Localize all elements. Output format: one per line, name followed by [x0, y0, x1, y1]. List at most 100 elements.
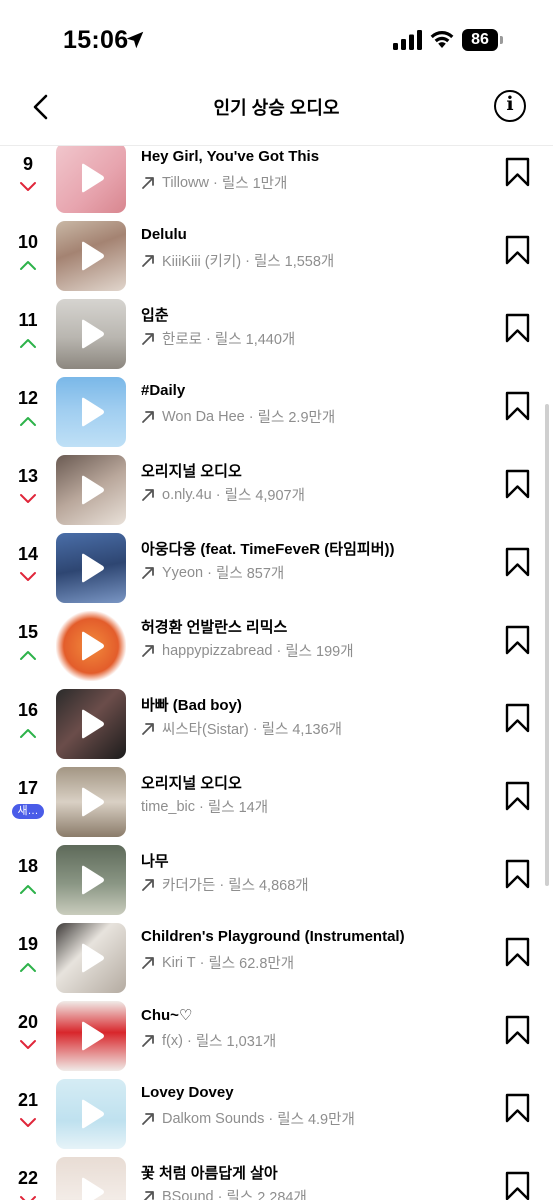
- song-title[interactable]: 오리지널 오디오: [141, 460, 242, 481]
- list-item[interactable]: 11 입춘 한로로 · 릴스 1,440개: [0, 295, 553, 373]
- list-item[interactable]: 16 바빠 (Bad boy) 씨스타(Sistar) · 릴스 4,136개: [0, 685, 553, 763]
- play-icon[interactable]: [79, 241, 105, 271]
- play-icon[interactable]: [79, 1021, 105, 1051]
- bookmark-icon[interactable]: [505, 1171, 530, 1200]
- play-icon[interactable]: [79, 1177, 105, 1200]
- trending-audio-list: 9 Hey Girl, You've Got This Tilloww · 릴스 1…: [0, 146, 553, 1200]
- meta-separator: ·: [244, 408, 258, 425]
- artist-name[interactable]: f(x): [162, 1033, 183, 1049]
- battery-indicator: 86: [462, 29, 504, 51]
- list-item[interactable]: 14 아웅다웅 (feat. TimeFeveR (타임피버)) Yyeon · 릴…: [0, 529, 553, 607]
- list-item[interactable]: 20 Chu~♡ f(x) · 릴스 1,031개: [0, 997, 553, 1075]
- album-thumbnail[interactable]: [56, 299, 126, 369]
- bookmark-icon[interactable]: [505, 937, 530, 967]
- song-title[interactable]: 꽃 처럼 아름답게 살아: [141, 1162, 278, 1183]
- artist-name[interactable]: Tilloww: [162, 175, 209, 191]
- song-title[interactable]: Children's Playground (Instrumental): [141, 928, 405, 945]
- artist-name[interactable]: happypizzabread: [162, 643, 272, 659]
- bookmark-icon[interactable]: [505, 157, 530, 187]
- album-thumbnail[interactable]: [56, 767, 126, 837]
- song-title[interactable]: #Daily: [141, 382, 185, 399]
- album-thumbnail[interactable]: [56, 923, 126, 993]
- play-icon[interactable]: [79, 1099, 105, 1129]
- artist-name[interactable]: Dalkom Sounds: [162, 1111, 264, 1127]
- play-icon[interactable]: [79, 631, 105, 661]
- reels-count: 릴스 2,284개: [226, 1190, 307, 1200]
- meta-separator: ·: [215, 876, 229, 893]
- bookmark-icon[interactable]: [505, 235, 530, 265]
- list-item[interactable]: 21 Lovey Dovey Dalkom Sounds · 릴스 4.9만개: [0, 1075, 553, 1153]
- reels-count: 릴스 1만개: [221, 176, 288, 192]
- list-item[interactable]: 18 나무 카더가든 · 릴스 4,868개: [0, 841, 553, 919]
- song-title[interactable]: 오리지널 오디오: [141, 772, 242, 793]
- album-thumbnail[interactable]: [56, 455, 126, 525]
- artist-name[interactable]: 카더가든: [162, 874, 215, 895]
- list-item[interactable]: 13 오리지널 오디오 o.nly.4u · 릴스 4,907개: [0, 451, 553, 529]
- play-icon[interactable]: [79, 865, 105, 895]
- artist-name[interactable]: o.nly.4u: [162, 487, 212, 503]
- artist-name[interactable]: Won Da Hee: [162, 409, 245, 425]
- play-icon[interactable]: [79, 709, 105, 739]
- list-item[interactable]: 22 꽃 처럼 아름답게 살아 BSound · 릴스 2,284개: [0, 1153, 553, 1200]
- artist-name[interactable]: Kiri T: [162, 955, 196, 971]
- album-thumbnail[interactable]: [56, 689, 126, 759]
- bookmark-icon[interactable]: [505, 1015, 530, 1045]
- song-title[interactable]: 허경환 언발란스 리믹스: [141, 616, 287, 637]
- list-item[interactable]: 12 #Daily Won Da Hee · 릴스 2.9만개: [0, 373, 553, 451]
- bookmark-icon[interactable]: [505, 781, 530, 811]
- list-item[interactable]: 15 허경환 언발란스 리믹스 happypizzabread · 릴스 199개: [0, 607, 553, 685]
- song-title[interactable]: Hey Girl, You've Got This: [141, 148, 319, 165]
- play-icon[interactable]: [79, 475, 105, 505]
- bookmark-icon[interactable]: [505, 547, 530, 577]
- song-title[interactable]: Delulu: [141, 226, 187, 243]
- reels-count: 릴스 4,907개: [224, 488, 305, 504]
- artist-name[interactable]: 한로로: [162, 328, 202, 349]
- list-item[interactable]: 19 Children's Playground (Instrumental) Ki…: [0, 919, 553, 997]
- reels-count: 릴스 1,031개: [195, 1034, 277, 1050]
- list-item[interactable]: 9 Hey Girl, You've Got This Tilloww · 릴스 1…: [0, 146, 553, 217]
- scrollbar[interactable]: [545, 404, 549, 886]
- album-thumbnail[interactable]: [56, 1001, 126, 1071]
- song-title[interactable]: 아웅다웅 (feat. TimeFeveR (타임피버)): [141, 538, 395, 559]
- song-title[interactable]: 입춘: [141, 304, 169, 325]
- album-thumbnail[interactable]: [56, 146, 126, 213]
- trend-up-icon: [20, 417, 36, 426]
- bookmark-icon[interactable]: [505, 625, 530, 655]
- bookmark-icon[interactable]: [505, 703, 530, 733]
- play-icon[interactable]: [79, 553, 105, 583]
- artist-name[interactable]: Yyeon: [162, 565, 203, 581]
- song-title[interactable]: 바빠 (Bad boy): [141, 694, 242, 715]
- trend-up-icon: [20, 963, 36, 972]
- song-title[interactable]: 나무: [141, 850, 169, 871]
- album-thumbnail[interactable]: [56, 221, 126, 291]
- trend-down-icon: [20, 572, 36, 581]
- list-item[interactable]: 17 새… 오리지널 오디오 time_bic · 릴스 14개: [0, 763, 553, 841]
- artist-name[interactable]: KiiiKiii (키키): [162, 250, 241, 271]
- play-icon[interactable]: [79, 943, 105, 973]
- bookmark-icon[interactable]: [505, 469, 530, 499]
- album-thumbnail[interactable]: [56, 1079, 126, 1149]
- artist-name[interactable]: time_bic: [141, 799, 195, 815]
- reels-count: 릴스 199개: [285, 644, 354, 660]
- play-icon[interactable]: [79, 319, 105, 349]
- bookmark-icon[interactable]: [505, 313, 530, 343]
- song-title[interactable]: Chu~♡: [141, 1006, 192, 1024]
- info-icon[interactable]: i: [494, 90, 526, 122]
- artist-name[interactable]: 씨스타(Sistar): [162, 718, 249, 739]
- play-icon[interactable]: [79, 787, 105, 817]
- album-thumbnail[interactable]: [56, 845, 126, 915]
- list-item[interactable]: 10 Delulu KiiiKiii (키키) · 릴스 1,558개: [0, 217, 553, 295]
- bookmark-icon[interactable]: [505, 859, 530, 889]
- play-icon[interactable]: [79, 163, 105, 193]
- artist-name[interactable]: BSound: [162, 1189, 214, 1200]
- song-title[interactable]: Lovey Dovey: [141, 1084, 234, 1101]
- album-thumbnail[interactable]: [56, 377, 126, 447]
- bookmark-icon[interactable]: [505, 391, 530, 421]
- album-thumbnail[interactable]: [56, 1157, 126, 1200]
- album-thumbnail[interactable]: [56, 611, 126, 681]
- bookmark-icon[interactable]: [505, 1093, 530, 1123]
- play-icon[interactable]: [79, 397, 105, 427]
- album-thumbnail[interactable]: [56, 533, 126, 603]
- trend-down-icon: [20, 1118, 36, 1127]
- cellular-signal-icon: [393, 30, 422, 50]
